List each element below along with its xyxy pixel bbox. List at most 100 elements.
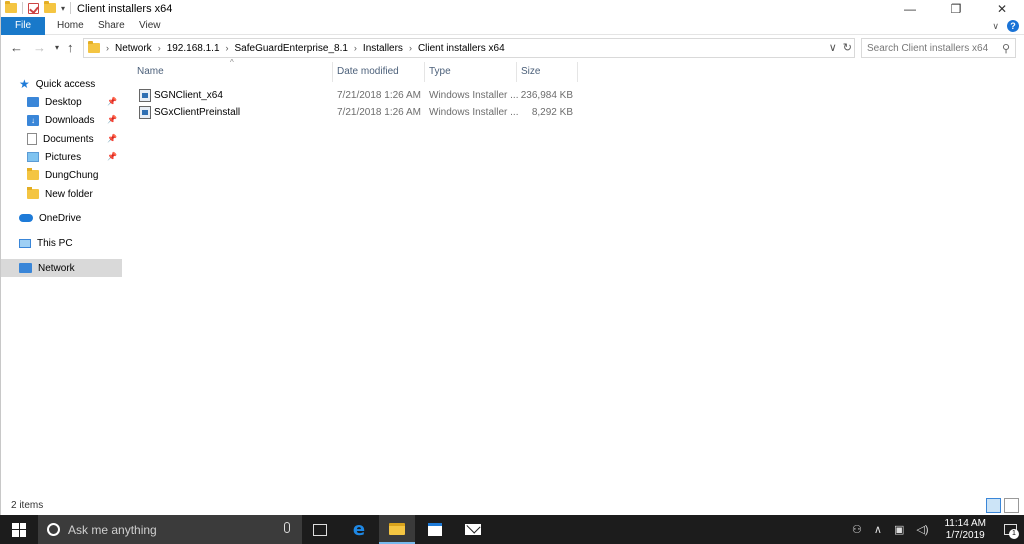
action-center-button[interactable]: 1 [996,515,1024,544]
nav-item-onedrive[interactable]: OneDrive [19,209,122,227]
ribbon-tabs: File Home Share View ∨ ? [1,17,1024,35]
nav-item-dungchung[interactable]: DungChung [27,166,122,184]
nav-label: Documents [43,133,94,145]
installer-icon [139,89,151,102]
mail-icon [465,524,481,535]
file-date: 7/21/2018 1:26 AM [337,107,421,118]
search-placeholder: Search Client installers x64 [867,43,989,54]
task-view-button[interactable] [302,515,338,544]
show-hidden-icons-icon[interactable]: ∧ [874,523,882,536]
people-icon[interactable]: ⚇ [852,523,862,536]
refresh-icon[interactable]: ↻ [843,41,852,54]
column-header-type[interactable]: Type [425,62,517,82]
address-bar[interactable]: › Network › 192.168.1.1 › SafeGuardEnter… [83,38,855,58]
nav-item-downloads[interactable]: ↓ Downloads 📌 [27,111,122,129]
quick-access-toolbar: ▾ [5,1,72,14]
clock-time: 11:14 AM [944,517,986,529]
large-icons-view-icon[interactable] [1004,498,1019,513]
documents-icon [27,133,37,145]
file-type: Windows Installer ... [429,107,519,118]
pictures-icon [27,152,39,162]
navigation-bar: ← → ▾ ↑ › Network › 192.168.1.1 › SafeGu… [1,38,1024,58]
search-icon: ⚲ [1001,43,1010,55]
taskbar-file-explorer[interactable] [379,515,415,544]
file-type: Windows Installer ... [429,90,519,101]
nav-item-pictures[interactable]: Pictures 📌 [27,148,122,166]
nav-item-new-folder[interactable]: New folder [27,185,122,203]
new-folder-icon[interactable] [44,1,56,13]
expand-ribbon-icon[interactable]: ∨ [992,21,999,32]
nav-label: This PC [37,237,73,249]
forward-button[interactable]: → [33,40,46,55]
network-status-icon[interactable]: ▣ [894,523,904,536]
taskbar-mail[interactable] [455,515,491,544]
item-count: 2 items [11,500,44,511]
nav-item-documents[interactable]: Documents 📌 [27,130,122,148]
edge-icon: e [352,519,366,540]
tab-file[interactable]: File [1,17,45,35]
volume-icon[interactable]: ◁) [916,523,928,536]
cortana-placeholder: Ask me anything [68,523,157,537]
minimize-button[interactable]: — [887,0,933,17]
folder-icon [27,168,39,180]
back-button[interactable]: ← [10,40,23,55]
nav-label: Network [38,262,75,274]
navigation-pane: ★ Quick access Desktop 📌 ↓ Downloads 📌 D… [1,70,122,490]
up-button[interactable]: ↑ [67,40,74,55]
microphone-icon[interactable] [284,522,290,533]
search-input[interactable]: Search Client installers x64 ⚲ [861,38,1016,58]
nav-item-network[interactable]: Network [1,259,122,277]
pin-icon: 📌 [107,115,117,124]
nav-item-this-pc[interactable]: This PC [19,234,122,252]
folder-icon [27,187,39,199]
maximize-button[interactable]: ❐ [933,0,979,17]
file-size: 236,984 KB [520,90,573,101]
breadcrumb-host[interactable]: 192.168.1.1 [167,43,220,54]
nav-label: Quick access [35,78,96,90]
pin-icon: 📌 [107,152,117,161]
properties-icon[interactable] [28,2,39,14]
recent-locations-icon[interactable]: ▾ [55,43,59,52]
store-icon [428,523,442,536]
tab-view[interactable]: View [127,17,173,35]
file-list: ^ Name Date modified Type Size SGNClient… [133,58,1024,502]
file-size: 8,292 KB [531,107,573,118]
taskbar: Ask me anything e ⚇ ∧ ▣ ◁) 11:14 AM 1/7/… [0,515,1024,544]
address-dropdown-icon[interactable]: ∨ [829,41,837,54]
file-row[interactable]: SGxClientPreinstall 7/21/2018 1:26 AM Wi… [133,105,578,121]
nav-item-desktop[interactable]: Desktop 📌 [27,93,122,111]
breadcrumb-current[interactable]: Client installers x64 [418,43,505,54]
cortana-search-box[interactable]: Ask me anything [38,515,302,544]
notification-badge: 1 [1009,529,1019,539]
window-controls: — ❐ ✕ [887,0,1024,17]
breadcrumb-network[interactable]: Network [115,43,152,54]
nav-quick-access[interactable]: ★ Quick access [19,75,139,93]
file-date: 7/21/2018 1:26 AM [337,90,421,101]
window-title: Client installers x64 [77,3,173,15]
file-name: SGxClientPreinstall [154,107,241,118]
network-icon [19,263,32,273]
computer-icon [19,238,31,248]
column-header-date[interactable]: Date modified [333,62,425,82]
column-header-name[interactable]: Name [133,62,333,82]
pin-icon: 📌 [107,134,117,143]
breadcrumb-installers[interactable]: Installers [363,43,403,54]
breadcrumb-share[interactable]: SafeGuardEnterprise_8.1 [235,43,348,54]
title-bar: ▾ Client installers x64 — ❐ ✕ [1,0,1024,17]
taskbar-edge[interactable]: e [341,515,377,544]
column-header-size[interactable]: Size [517,62,578,82]
clock-date: 1/7/2019 [945,529,985,541]
clock[interactable]: 11:14 AM 1/7/2019 [944,518,986,542]
nav-label: DungChung [45,169,99,181]
file-row[interactable]: SGNClient_x64 7/21/2018 1:26 AM Windows … [133,88,578,104]
nav-label: New folder [45,188,93,200]
start-button[interactable] [0,515,38,544]
help-icon[interactable]: ? [1007,20,1019,32]
taskbar-store[interactable] [417,515,453,544]
nav-label: Desktop [45,96,82,108]
close-button[interactable]: ✕ [979,0,1024,17]
details-view-icon[interactable] [986,498,1001,513]
system-tray: ⚇ ∧ ▣ ◁) 11:14 AM 1/7/2019 1 [846,515,1024,544]
installer-icon [139,106,151,119]
customize-toolbar-icon[interactable]: ▾ [61,4,65,13]
